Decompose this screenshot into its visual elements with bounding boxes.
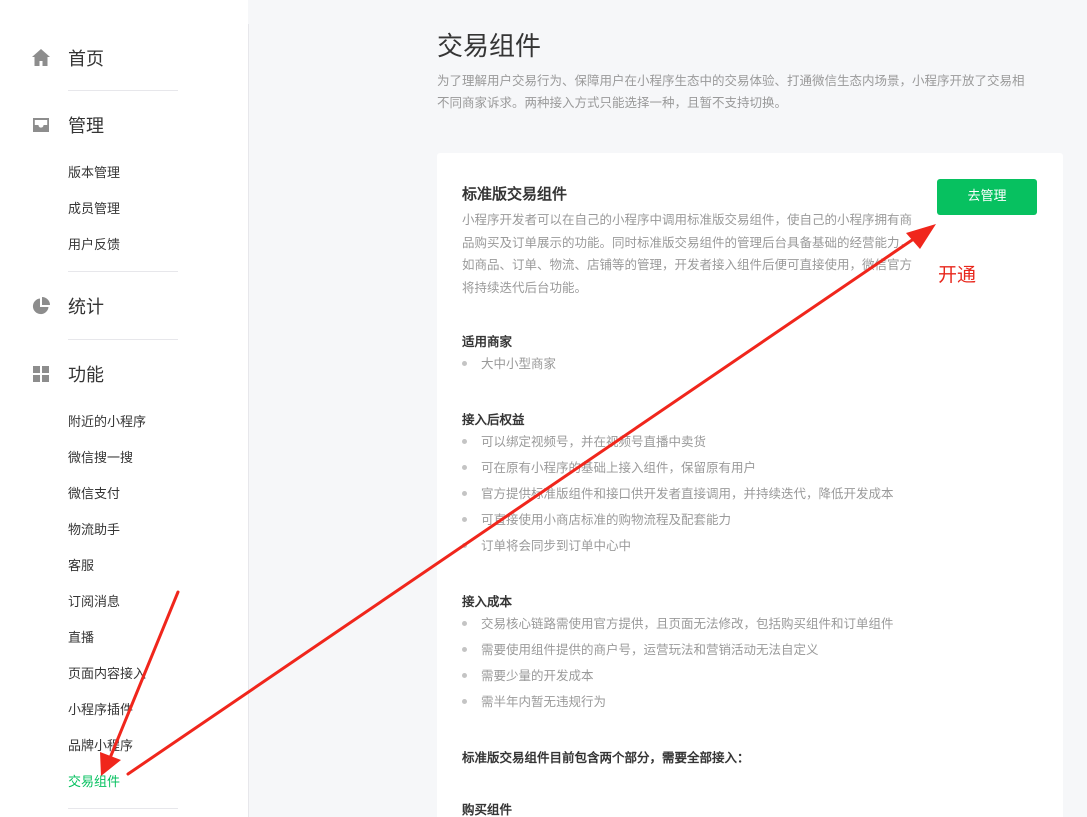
annotation-label: 开通 [938,264,977,286]
nav-features-label: 功能 [68,365,104,386]
nav-stats[interactable]: 统计 [0,286,248,326]
list-item: 订单将会同步到订单中心中 [462,536,631,556]
bullet-dot [462,621,467,626]
bullet-dot [462,439,467,444]
nav-home[interactable]: 首页 [0,38,248,78]
sidebar-item-plugin[interactable]: 小程序插件 [68,701,133,721]
page-description: 为了理解用户交易行为、保障用户在小程序生态中的交易体验、打通微信生态内场景，小程… [437,70,1087,114]
bullet-dot [462,699,467,704]
bullet-dot [462,361,467,366]
standard-trade-component-card: 标准版交易组件 小程序开发者可以在自己的小程序中调用标准版交易组件，使自己的小程… [437,153,1063,817]
nav-divider [68,271,178,272]
nav-divider [68,808,178,809]
sidebar-item-pay[interactable]: 微信支付 [68,485,120,505]
section-title: 适用商家 [462,334,513,349]
home-icon [32,49,50,66]
sidebar-item-live[interactable]: 直播 [68,629,94,649]
list-item: 需要少量的开发成本 [462,666,594,686]
sidebar-item-content[interactable]: 页面内容接入 [68,665,146,685]
bullet-dot [462,673,467,678]
nav-manage-label: 管理 [68,116,104,137]
nav-manage[interactable]: 管理 [0,105,248,145]
page: 首页 管理 版本管理 成员管理 用户反馈 统计 功能 附近的小程序 微信搜一搜 … [0,0,1087,817]
sidebar-item-service[interactable]: 客服 [68,557,94,577]
grid-icon [33,366,49,382]
components-note: 标准版交易组件目前包含两个部分，需要全部接入： [462,750,750,765]
sidebar-item-version[interactable]: 版本管理 [68,164,120,184]
list-item-text: 需要少量的开发成本 [481,668,594,683]
bullet-dot [462,465,467,470]
bullet-dot [462,491,467,496]
sidebar-item-nearby[interactable]: 附近的小程序 [68,413,146,433]
list-item: 交易核心链路需使用官方提供，且页面无法修改，包括购买组件和订单组件 [462,614,894,634]
page-description-line: 为了理解用户交易行为、保障用户在小程序生态中的交易体验、打通微信生态内场景，小程… [437,73,1025,88]
sidebar-item-logistics[interactable]: 物流助手 [68,521,120,541]
list-item-text: 大中小型商家 [481,356,557,371]
list-item-text: 官方提供标准版组件和接口供开发者直接调用，并持续迭代，降低开发成本 [481,486,894,501]
section-title: 接入后权益 [462,412,525,427]
bullet-dot [462,647,467,652]
page-title: 交易组件 [437,32,542,62]
sidebar-item-search[interactable]: 微信搜一搜 [68,449,133,469]
pie-chart-icon [32,297,50,315]
list-item: 可在原有小程序的基础上接入组件，保留原有用户 [462,458,756,478]
bullet-dot [462,517,467,522]
list-item: 官方提供标准版组件和接口供开发者直接调用，并持续迭代，降低开发成本 [462,484,894,504]
list-item: 可直接使用小商店标准的购物流程及配套能力 [462,510,731,530]
list-item-text: 订单将会同步到订单中心中 [481,538,632,553]
nav-features[interactable]: 功能 [0,354,248,394]
list-item-text: 交易核心链路需使用官方提供，且页面无法修改，包括购买组件和订单组件 [481,616,894,631]
list-item: 可以绑定视频号，并在视频号直播中卖货 [462,432,706,452]
list-item-text: 可以绑定视频号，并在视频号直播中卖货 [481,434,707,449]
sidebar-border [248,24,249,817]
card-description: 小程序开发者可以在自己的小程序中调用标准版交易组件，使自己的小程序拥有商品购买及… [462,212,913,295]
manage-button[interactable]: 去管理 [937,179,1037,215]
sidebar-item-trade-component[interactable]: 交易组件 [68,773,120,793]
sidebar: 首页 管理 版本管理 成员管理 用户反馈 统计 功能 附近的小程序 微信搜一搜 … [0,0,248,817]
sidebar-item-brand[interactable]: 品牌小程序 [68,737,133,757]
list-item-text: 需半年内暂无违规行为 [481,694,607,709]
list-item-text: 可在原有小程序的基础上接入组件，保留原有用户 [481,460,757,475]
nav-stats-label: 统计 [68,297,104,318]
list-item: 需半年内暂无违规行为 [462,692,606,712]
bullet-dot [462,543,467,548]
section-title: 购买组件 [462,802,513,817]
nav-divider [68,339,178,340]
sidebar-item-subscribe[interactable]: 订阅消息 [68,593,120,613]
sidebar-item-feedback[interactable]: 用户反馈 [68,236,120,256]
section-title: 接入成本 [462,594,513,609]
inbox-icon [33,118,49,132]
page-description-line: 不同商家诉求。两种接入方式只能选择一种，且暂不支持切换。 [437,95,788,110]
card-title: 标准版交易组件 [462,185,568,203]
sidebar-item-members[interactable]: 成员管理 [68,200,120,220]
list-item: 大中小型商家 [462,354,556,374]
nav-divider [68,90,178,91]
list-item-text: 需要使用组件提供的商户号，运营玩法和营销活动无法自定义 [481,642,819,657]
list-item: 需要使用组件提供的商户号，运营玩法和营销活动无法自定义 [462,640,819,660]
nav-home-label: 首页 [68,49,104,70]
list-item-text: 可直接使用小商店标准的购物流程及配套能力 [481,512,732,527]
